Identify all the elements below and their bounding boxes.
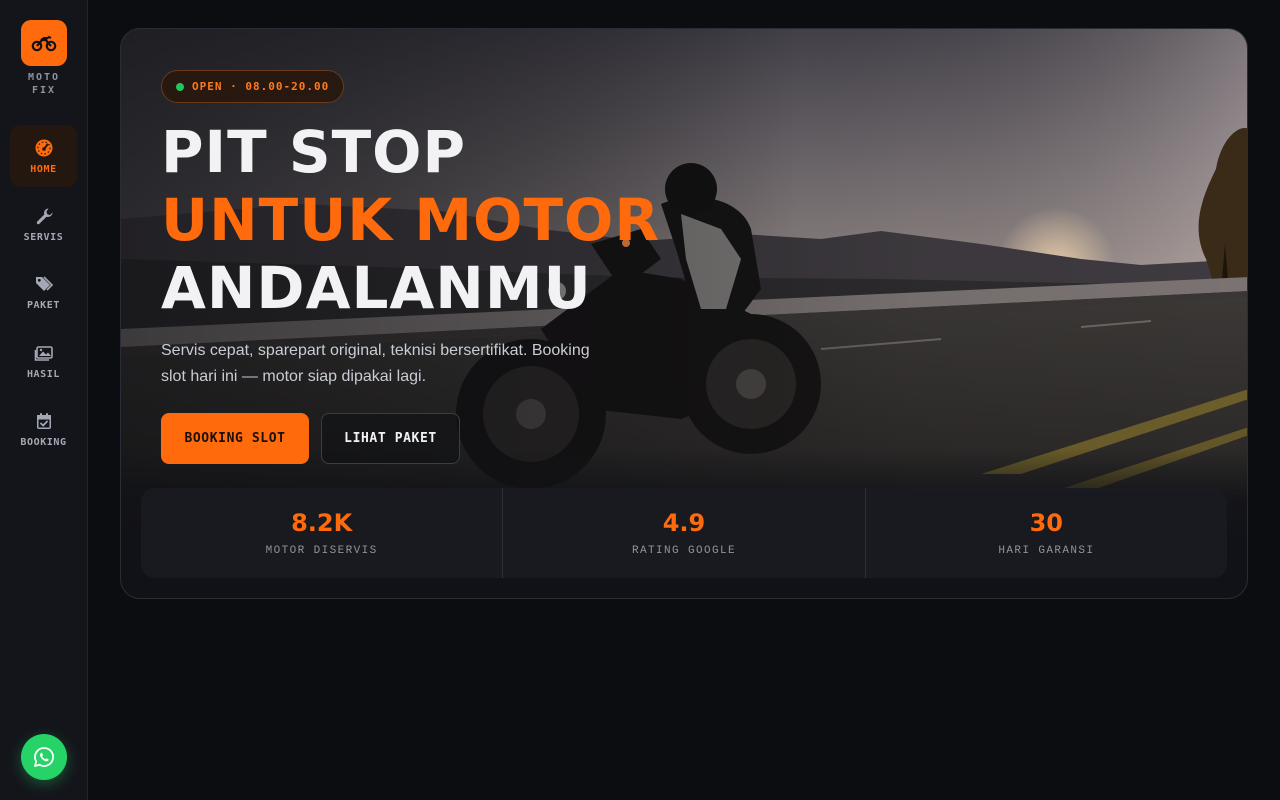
sidebar: MOTO FIX HOME SERVIS PAKET HASIL BOOKING: [0, 0, 88, 800]
sidebar-item-servis[interactable]: SERVIS: [10, 193, 77, 255]
brand-name: MOTO FIX: [0, 71, 88, 97]
logo[interactable]: [21, 20, 67, 66]
stat-label: MOTOR DISERVIS: [265, 545, 378, 557]
booking-slot-button[interactable]: BOOKING SLOT: [161, 413, 309, 464]
brand-line-2: FIX: [31, 85, 57, 96]
tags-icon: [35, 275, 53, 291]
stats-bar: 8.2K MOTOR DISERVIS 4.9 RATING GOOGLE 30…: [141, 488, 1227, 578]
stat-label: HARI GARANSI: [998, 545, 1095, 557]
open-hours-badge: OPEN · 08.00-20.00: [161, 70, 345, 103]
sidebar-item-label: SERVIS: [23, 231, 64, 243]
stat-value: 8.2K: [291, 509, 353, 537]
images-icon: [34, 345, 53, 361]
sidebar-item-label: BOOKING: [20, 436, 67, 448]
brand-line-1: MOTO: [27, 72, 61, 83]
stat-value: 30: [1029, 509, 1064, 537]
lihat-paket-button[interactable]: LIHAT PAKET: [321, 413, 460, 464]
hero-description: Servis cepat, sparepart original, teknis…: [161, 342, 590, 385]
speedometer-icon: [35, 139, 52, 156]
stat-hari-garansi: 30 HARI GARANSI: [866, 488, 1227, 578]
wrench-icon: [36, 208, 52, 224]
sidebar-item-label: HOME: [30, 163, 57, 175]
stat-rating-google: 4.9 RATING GOOGLE: [503, 488, 866, 578]
status-dot-icon: [176, 82, 184, 91]
sidebar-item-label: PAKET: [26, 299, 61, 311]
stat-value: 4.9: [662, 509, 706, 537]
hero-title-line-3: ANDALANMU: [161, 254, 592, 322]
calendar-check-icon: [36, 412, 51, 429]
stat-label: RATING GOOGLE: [631, 545, 736, 557]
sidebar-item-home[interactable]: HOME: [10, 125, 77, 187]
sidebar-item-hasil[interactable]: HASIL: [10, 330, 77, 392]
sidebar-item-label: HASIL: [26, 368, 61, 380]
hero-card: OPEN · 08.00-20.00 PIT STOP UNTUK MOTOR …: [120, 28, 1248, 599]
hero-title-line-2: UNTUK MOTOR: [161, 186, 660, 254]
hero-title-line-1: PIT STOP: [161, 118, 466, 186]
open-hours-text: OPEN · 08.00-20.00: [192, 80, 330, 93]
whatsapp-button[interactable]: [21, 734, 67, 780]
whatsapp-icon: [34, 747, 54, 767]
sidebar-item-booking[interactable]: BOOKING: [10, 398, 77, 460]
motorcycle-icon: [31, 35, 57, 52]
sidebar-item-paket[interactable]: PAKET: [10, 261, 77, 323]
stat-motor-diservis: 8.2K MOTOR DISERVIS: [141, 488, 504, 578]
